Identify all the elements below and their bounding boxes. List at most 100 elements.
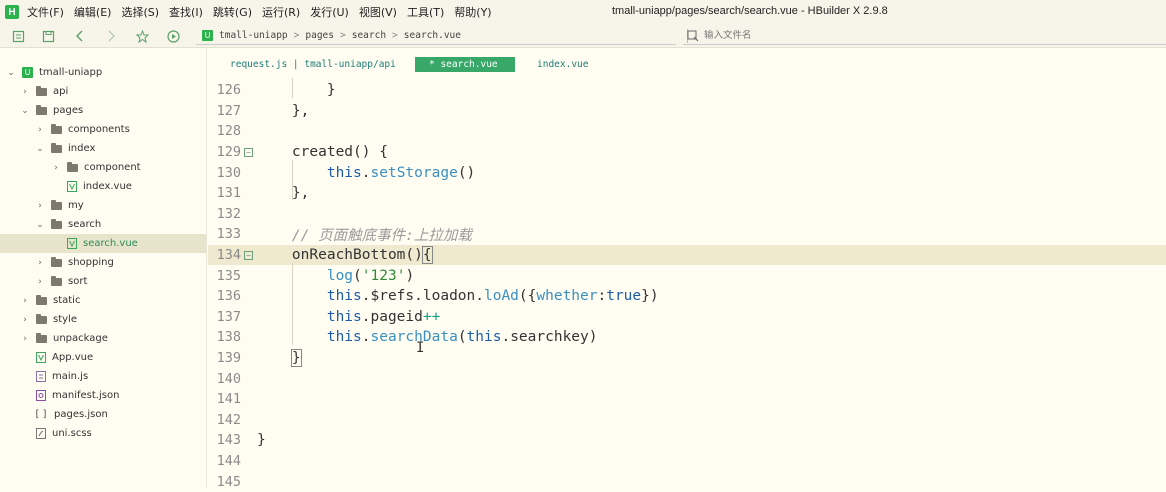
line-number: 137 [216, 308, 241, 325]
chevron-right-icon[interactable]: › [51, 163, 61, 173]
tree-item-label: main.js [52, 371, 89, 382]
code-line[interactable]: 143} [208, 430, 1166, 451]
tree-item-file[interactable]: index.vue [0, 177, 206, 196]
tab-request-js[interactable]: request.js | tmall-uniapp/api [216, 57, 410, 72]
code-text: this.searchData(this.searchkey) [257, 329, 598, 345]
menu-run[interactable]: 运行(R) [262, 4, 300, 20]
tree-item-folder[interactable]: › sort [0, 272, 206, 291]
tree-item-file[interactable]: App.vue [0, 348, 206, 367]
code-line[interactable]: 127 }, [208, 101, 1166, 122]
code-line[interactable]: 144 [208, 451, 1166, 472]
line-number: 126 [216, 82, 241, 99]
code-line[interactable]: 137 this.pageid++ [208, 307, 1166, 328]
chevron-down-icon[interactable]: ⌄ [35, 220, 45, 230]
code-line[interactable]: 138 this.searchData(this.searchkey) [208, 327, 1166, 348]
tree-item-folder[interactable]: › components [0, 120, 206, 139]
code-text: this.setStorage() [257, 165, 475, 181]
tree-item-folder[interactable]: › shopping [0, 253, 206, 272]
menu-edit[interactable]: 编辑(E) [74, 4, 112, 20]
tree-item-folder[interactable]: › style [0, 310, 206, 329]
tab-search-vue[interactable]: * search.vue [415, 57, 515, 72]
menu-find[interactable]: 查找(I) [169, 4, 203, 20]
code-line[interactable]: 130 this.setStorage() [208, 162, 1166, 183]
chevron-right-icon[interactable]: › [20, 334, 30, 344]
indent-guide [292, 78, 293, 98]
file-search-input[interactable] [704, 30, 1004, 41]
code-line[interactable]: 132 [208, 204, 1166, 225]
menu-file[interactable]: 文件(F) [27, 4, 64, 20]
breadcrumb-item-file[interactable]: search.vue [404, 30, 461, 41]
tree-item-file[interactable]: manifest.json [0, 386, 206, 405]
menu-tools[interactable]: 工具(T) [407, 4, 444, 20]
code-token: }, [257, 185, 310, 202]
forward-icon[interactable] [103, 28, 119, 44]
chevron-right-icon[interactable]: › [20, 315, 30, 325]
tree-item-file[interactable]: [ ] pages.json [0, 405, 206, 424]
menu-view[interactable]: 视图(V) [359, 4, 397, 20]
code-token: : [597, 288, 607, 305]
tab-index-vue[interactable]: index.vue [523, 57, 602, 72]
code-editor[interactable]: 145 144 143} 142 141 140 139 } 138 this.searchD… [208, 78, 1166, 490]
tree-item-folder[interactable]: › api [0, 82, 206, 101]
run-icon[interactable] [165, 28, 181, 44]
tree-item-file-selected[interactable]: search.vue [0, 234, 206, 253]
line-number: 145 [216, 473, 241, 490]
code-text: } [257, 432, 266, 448]
tree-item-folder[interactable]: › unpackage [0, 329, 206, 348]
code-line[interactable]: 140 [208, 368, 1166, 389]
code-token: }) [641, 288, 659, 305]
breadcrumb-item-pages[interactable]: pages [305, 30, 334, 41]
line-number: 131 [216, 185, 241, 202]
chevron-down-icon[interactable]: ⌄ [20, 106, 30, 116]
tree-item-folder[interactable]: › component [0, 158, 206, 177]
breadcrumb-separator: > [339, 30, 346, 41]
code-line[interactable]: 131 }, [208, 183, 1166, 204]
tree-item-folder[interactable]: › my [0, 196, 206, 215]
code-line[interactable]: 128 [208, 121, 1166, 142]
breadcrumb-item-project[interactable]: tmall-uniapp [219, 30, 288, 41]
code-line[interactable]: 141 [208, 389, 1166, 410]
chevron-right-icon[interactable]: › [20, 296, 30, 306]
tree-item-label: components [68, 124, 130, 135]
menu-bar: H 文件(F) 编辑(E) 选择(S) 查找(I) 跳转(G) 运行(R) 发行… [0, 0, 1166, 24]
line-number: 140 [216, 370, 241, 387]
code-text: }, [257, 185, 309, 201]
back-icon[interactable] [72, 28, 88, 44]
menu-goto[interactable]: 跳转(G) [213, 4, 252, 20]
breadcrumb-item-search[interactable]: search [352, 30, 386, 41]
save-icon[interactable] [40, 28, 56, 44]
tree-item-folder[interactable]: › static [0, 291, 206, 310]
code-line[interactable]: 134− onReachBottom(){ [208, 244, 1166, 266]
code-line[interactable]: 129− created() { [208, 142, 1166, 163]
code-token: this [326, 288, 362, 305]
code-line[interactable]: 126 } [208, 80, 1166, 101]
line-number: 144 [216, 453, 241, 470]
chevron-down-icon[interactable]: ⌄ [6, 68, 16, 78]
chevron-down-icon[interactable]: ⌄ [35, 144, 45, 154]
tree-item-project[interactable]: ⌄ U tmall-uniapp [0, 63, 206, 82]
menu-select[interactable]: 选择(S) [121, 4, 159, 20]
code-line[interactable]: 139 } [208, 348, 1166, 369]
code-line[interactable]: 142 [208, 410, 1166, 431]
file-list-icon[interactable] [10, 28, 26, 44]
menu-publish[interactable]: 发行(U) [310, 4, 349, 20]
code-line[interactable]: 135 log('123') [208, 265, 1166, 286]
chevron-right-icon[interactable]: › [35, 258, 45, 268]
tree-item-folder[interactable]: ⌄ search [0, 215, 206, 234]
code-line[interactable]: 145 [208, 471, 1166, 492]
code-line[interactable]: 133 // 页面触底事件:上拉加载 [208, 224, 1166, 245]
tree-item-folder[interactable]: ⌄ pages [0, 101, 206, 120]
fold-toggle-icon[interactable]: − [244, 250, 253, 260]
chevron-right-icon[interactable]: › [35, 125, 45, 135]
tree-item-file[interactable]: uni.scss [0, 424, 206, 443]
chevron-right-icon[interactable]: › [35, 201, 45, 211]
tree-item-file[interactable]: main.js [0, 367, 206, 386]
star-icon[interactable] [134, 28, 150, 44]
tree-item-folder[interactable]: ⌄ index [0, 139, 206, 158]
chevron-right-icon[interactable]: › [35, 277, 45, 287]
chevron-right-icon[interactable]: › [20, 87, 30, 97]
menu-help[interactable]: 帮助(Y) [454, 4, 491, 20]
code-token: this [326, 164, 362, 181]
code-line[interactable]: 136 this.$refs.loadon.loAd({whether:true… [208, 286, 1166, 307]
fold-toggle-icon[interactable]: − [244, 147, 253, 157]
